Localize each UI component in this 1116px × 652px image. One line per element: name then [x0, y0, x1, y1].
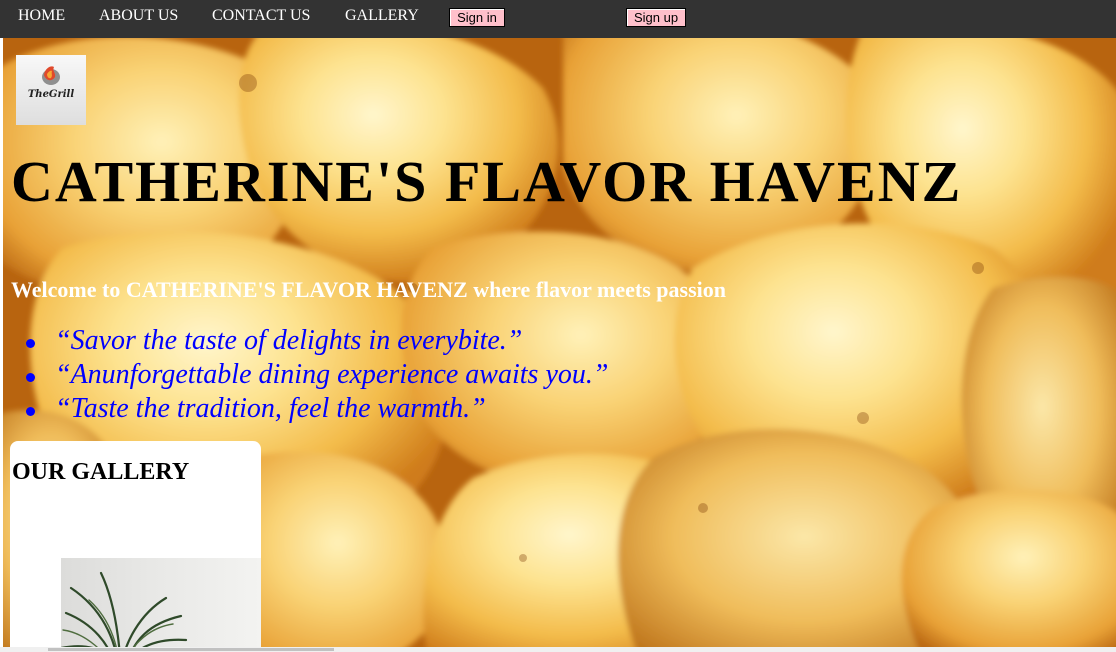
gallery-card: OUR GALLERY	[10, 441, 261, 647]
gallery-photo[interactable]	[61, 558, 261, 647]
nav-contact-link[interactable]: CONTACT US	[212, 7, 310, 25]
horizontal-scrollbar[interactable]	[0, 647, 1116, 652]
hero-section: TheGrill CATHERINE'S FLAVOR HAVENZ Welco…	[3, 38, 1116, 647]
sign-up-button[interactable]: Sign up	[626, 8, 686, 27]
nav-home-link[interactable]: HOME	[18, 7, 65, 25]
page: HOME ABOUT US CONTACT US GALLERY Sign in…	[0, 0, 1116, 652]
quote-text: “Taste the tradition, feel the warmth.”	[55, 393, 486, 424]
quote-text: “Anunforgettable dining experience await…	[55, 359, 609, 390]
bullet-icon	[26, 407, 35, 416]
top-nav: HOME ABOUT US CONTACT US GALLERY Sign in…	[0, 0, 1116, 38]
scrollbar-thumb[interactable]	[48, 648, 334, 651]
quote-list: “Savor the taste of delights in everybit…	[25, 325, 608, 427]
quote-text: “Savor the taste of delights in everybit…	[55, 325, 523, 356]
welcome-message: Welcome to CATHERINE'S FLAVOR HAVENZ whe…	[11, 277, 726, 302]
bullet-icon	[26, 339, 35, 348]
quote-item: “Anunforgettable dining experience await…	[25, 359, 608, 393]
quote-item: “Savor the taste of delights in everybit…	[25, 325, 608, 359]
grill-logo-icon: TheGrill	[28, 66, 74, 100]
sign-in-button[interactable]: Sign in	[449, 8, 505, 27]
the-grill-logo-image: TheGrill	[16, 55, 86, 125]
nav-gallery-link[interactable]: GALLERY	[345, 7, 419, 25]
quote-item: “Taste the tradition, feel the warmth.”	[25, 393, 608, 427]
gallery-heading: OUR GALLERY	[12, 459, 190, 485]
bullet-icon	[26, 373, 35, 382]
nav-about-link[interactable]: ABOUT US	[99, 7, 178, 25]
page-title: CATHERINE'S FLAVOR HAVENZ	[11, 149, 963, 214]
potted-plant-photo-icon	[61, 571, 188, 647]
svg-text:TheGrill: TheGrill	[28, 89, 74, 100]
